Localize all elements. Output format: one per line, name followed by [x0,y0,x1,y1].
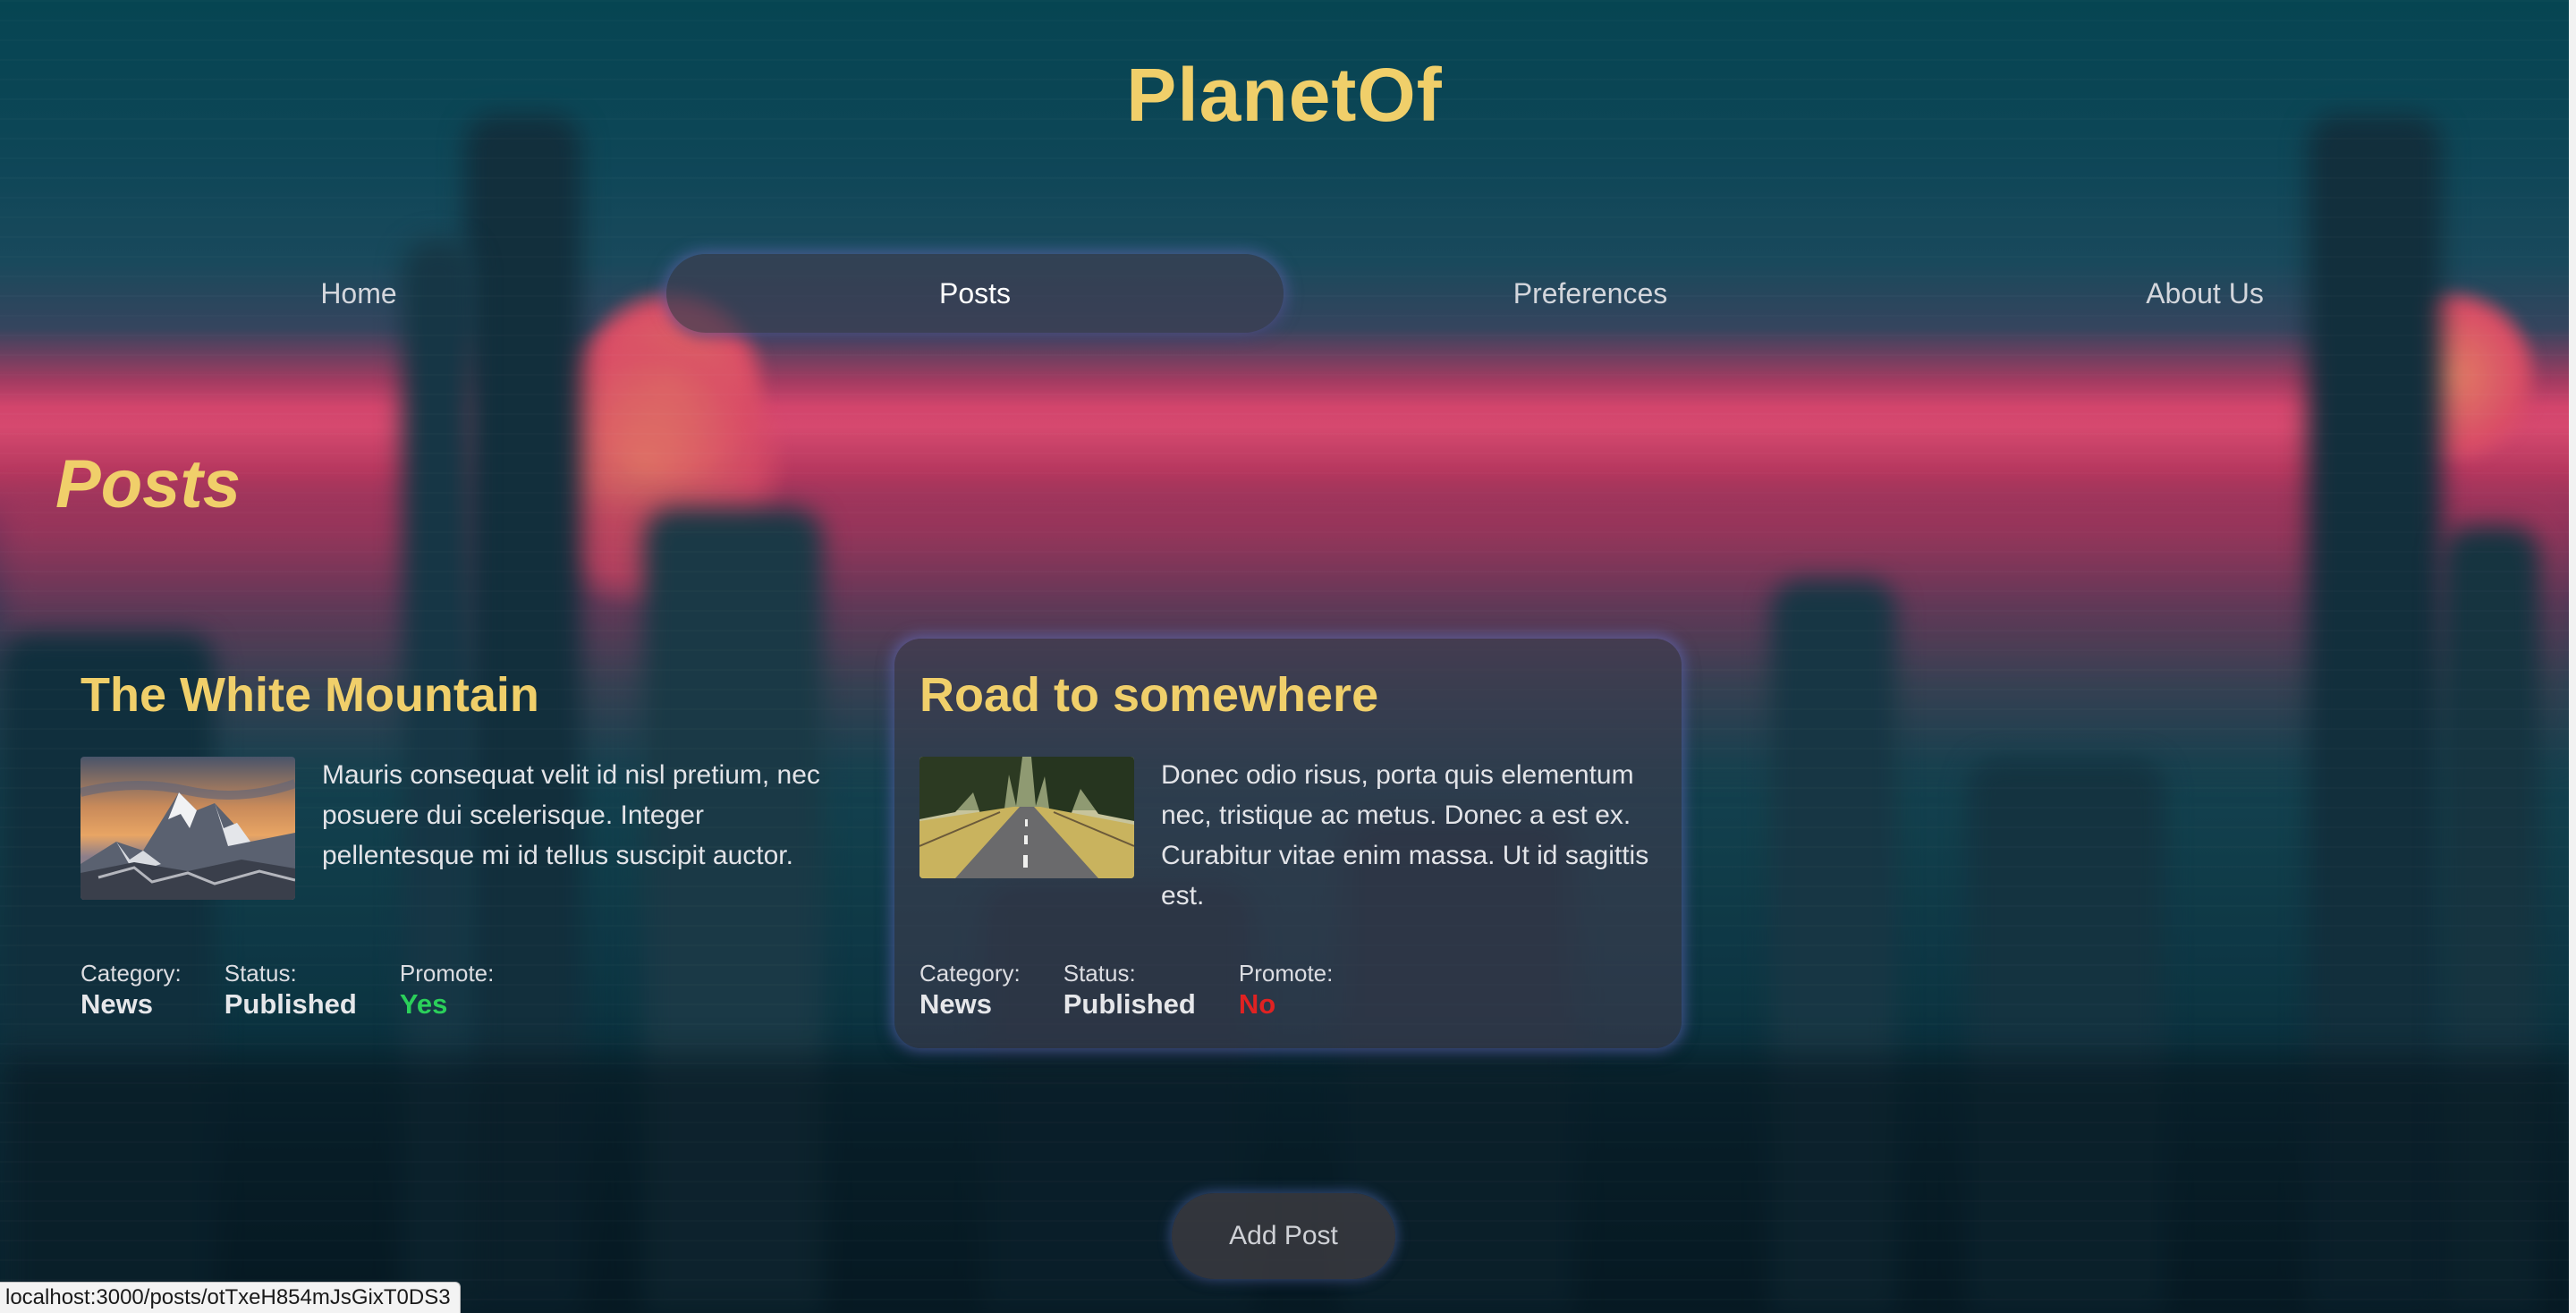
nav-item-posts[interactable]: Posts [666,254,1284,333]
post-card[interactable]: The White Mountain Mauris consequat veli… [55,639,843,1048]
post-excerpt: Donec odio risus, porta quis elementum n… [1161,760,1649,911]
post-category: Category: News [919,959,1021,1021]
main-nav: Home Posts Preferences About Us [0,254,2569,336]
post-promote: Promote: No [1239,959,1334,1021]
post-title[interactable]: Road to somewhere [919,667,1378,723]
promote-value: No [1238,988,1276,1020]
post-title[interactable]: The White Mountain [80,667,539,723]
window-edge [2569,0,2576,1313]
category-label: Category: [919,960,1021,987]
post-promote: Promote: Yes [400,959,495,1021]
post-status: Status: Published [225,959,357,1021]
site-title: PlanetOf [1126,53,1443,137]
category-label: Category: [80,960,182,987]
status-label: Status: [224,960,297,987]
mountain-photo [80,757,295,900]
nav-item-home[interactable]: Home [55,254,663,333]
add-post-button[interactable]: Add Post [1172,1193,1395,1279]
nav-item-about-us[interactable]: About Us [1896,254,2513,333]
category-value: News [919,988,992,1020]
promote-label: Promote: [399,960,495,987]
page-heading: Posts [55,446,241,522]
link-preview-status-bar: localhost:3000/posts/otTxeH854mJsGixT0DS… [0,1282,461,1313]
post-meta: Category: News Status: Published Promote… [80,959,494,1021]
road-photo [919,757,1134,878]
post-excerpt: Mauris consequat velit id nisl pretium, … [322,760,820,870]
post-category: Category: News [80,959,182,1021]
status-value: Published [224,988,357,1020]
status-value: Published [1063,988,1196,1020]
nav-item-preferences[interactable]: Preferences [1282,254,1899,333]
post-card[interactable]: Road to somewhere Donec odio risus, port… [894,639,1682,1048]
promote-value: Yes [399,988,448,1020]
post-status: Status: Published [1063,959,1196,1021]
category-value: News [80,988,153,1020]
promote-label: Promote: [1238,960,1334,987]
post-meta: Category: News Status: Published Promote… [919,959,1333,1021]
status-label: Status: [1063,960,1136,987]
